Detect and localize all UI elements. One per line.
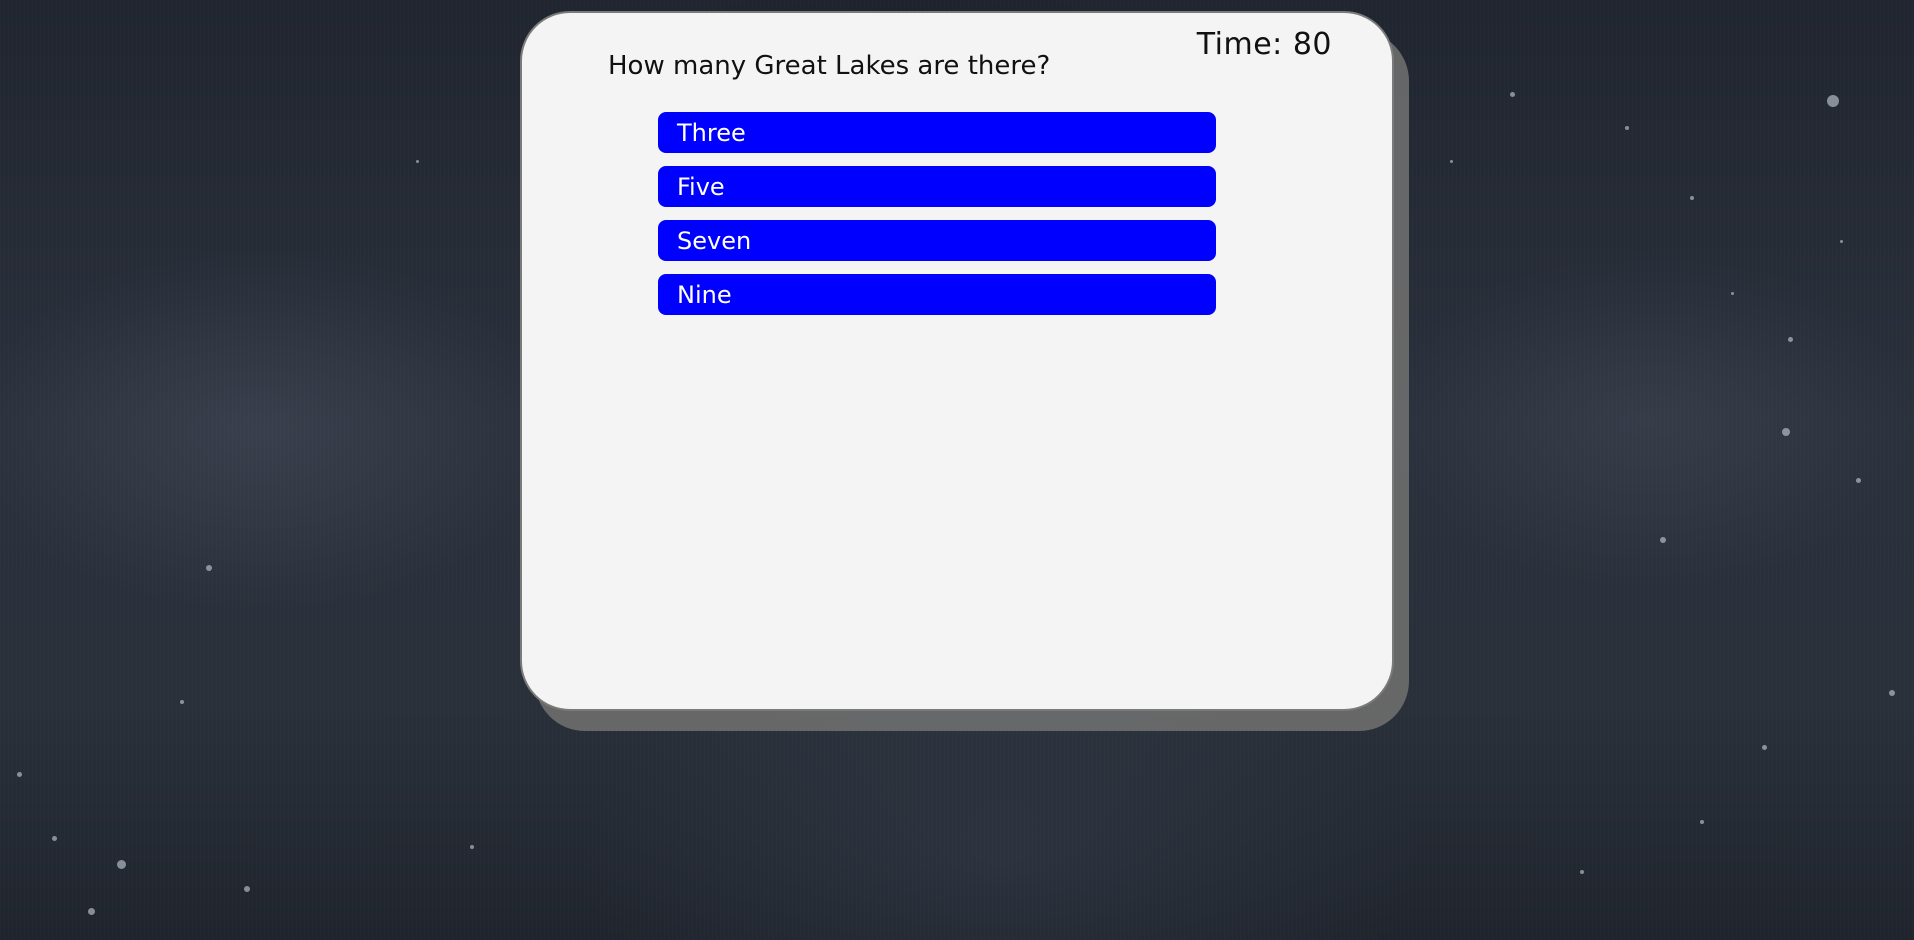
answer-label: Five <box>677 172 725 201</box>
answer-label: Nine <box>677 280 732 309</box>
question-text: How many Great Lakes are there? <box>608 51 1051 81</box>
timer: Time: 80 <box>1197 27 1332 62</box>
answer-label: Seven <box>677 226 752 255</box>
answer-list: Three Five Seven Nine <box>658 112 1216 328</box>
answer-label: Three <box>677 118 746 147</box>
timer-label: Time: <box>1196 27 1283 62</box>
timer-value: 80 <box>1292 27 1332 62</box>
answer-button-three[interactable]: Three <box>658 112 1216 153</box>
quiz-page: { "quiz": { "timer_label": "Time:", "tim… <box>0 0 1914 940</box>
answer-button-nine[interactable]: Nine <box>658 274 1216 315</box>
answer-button-five[interactable]: Five <box>658 166 1216 207</box>
answer-button-seven[interactable]: Seven <box>658 220 1216 261</box>
quiz-card: Time: 80 How many Great Lakes are there?… <box>520 11 1394 711</box>
